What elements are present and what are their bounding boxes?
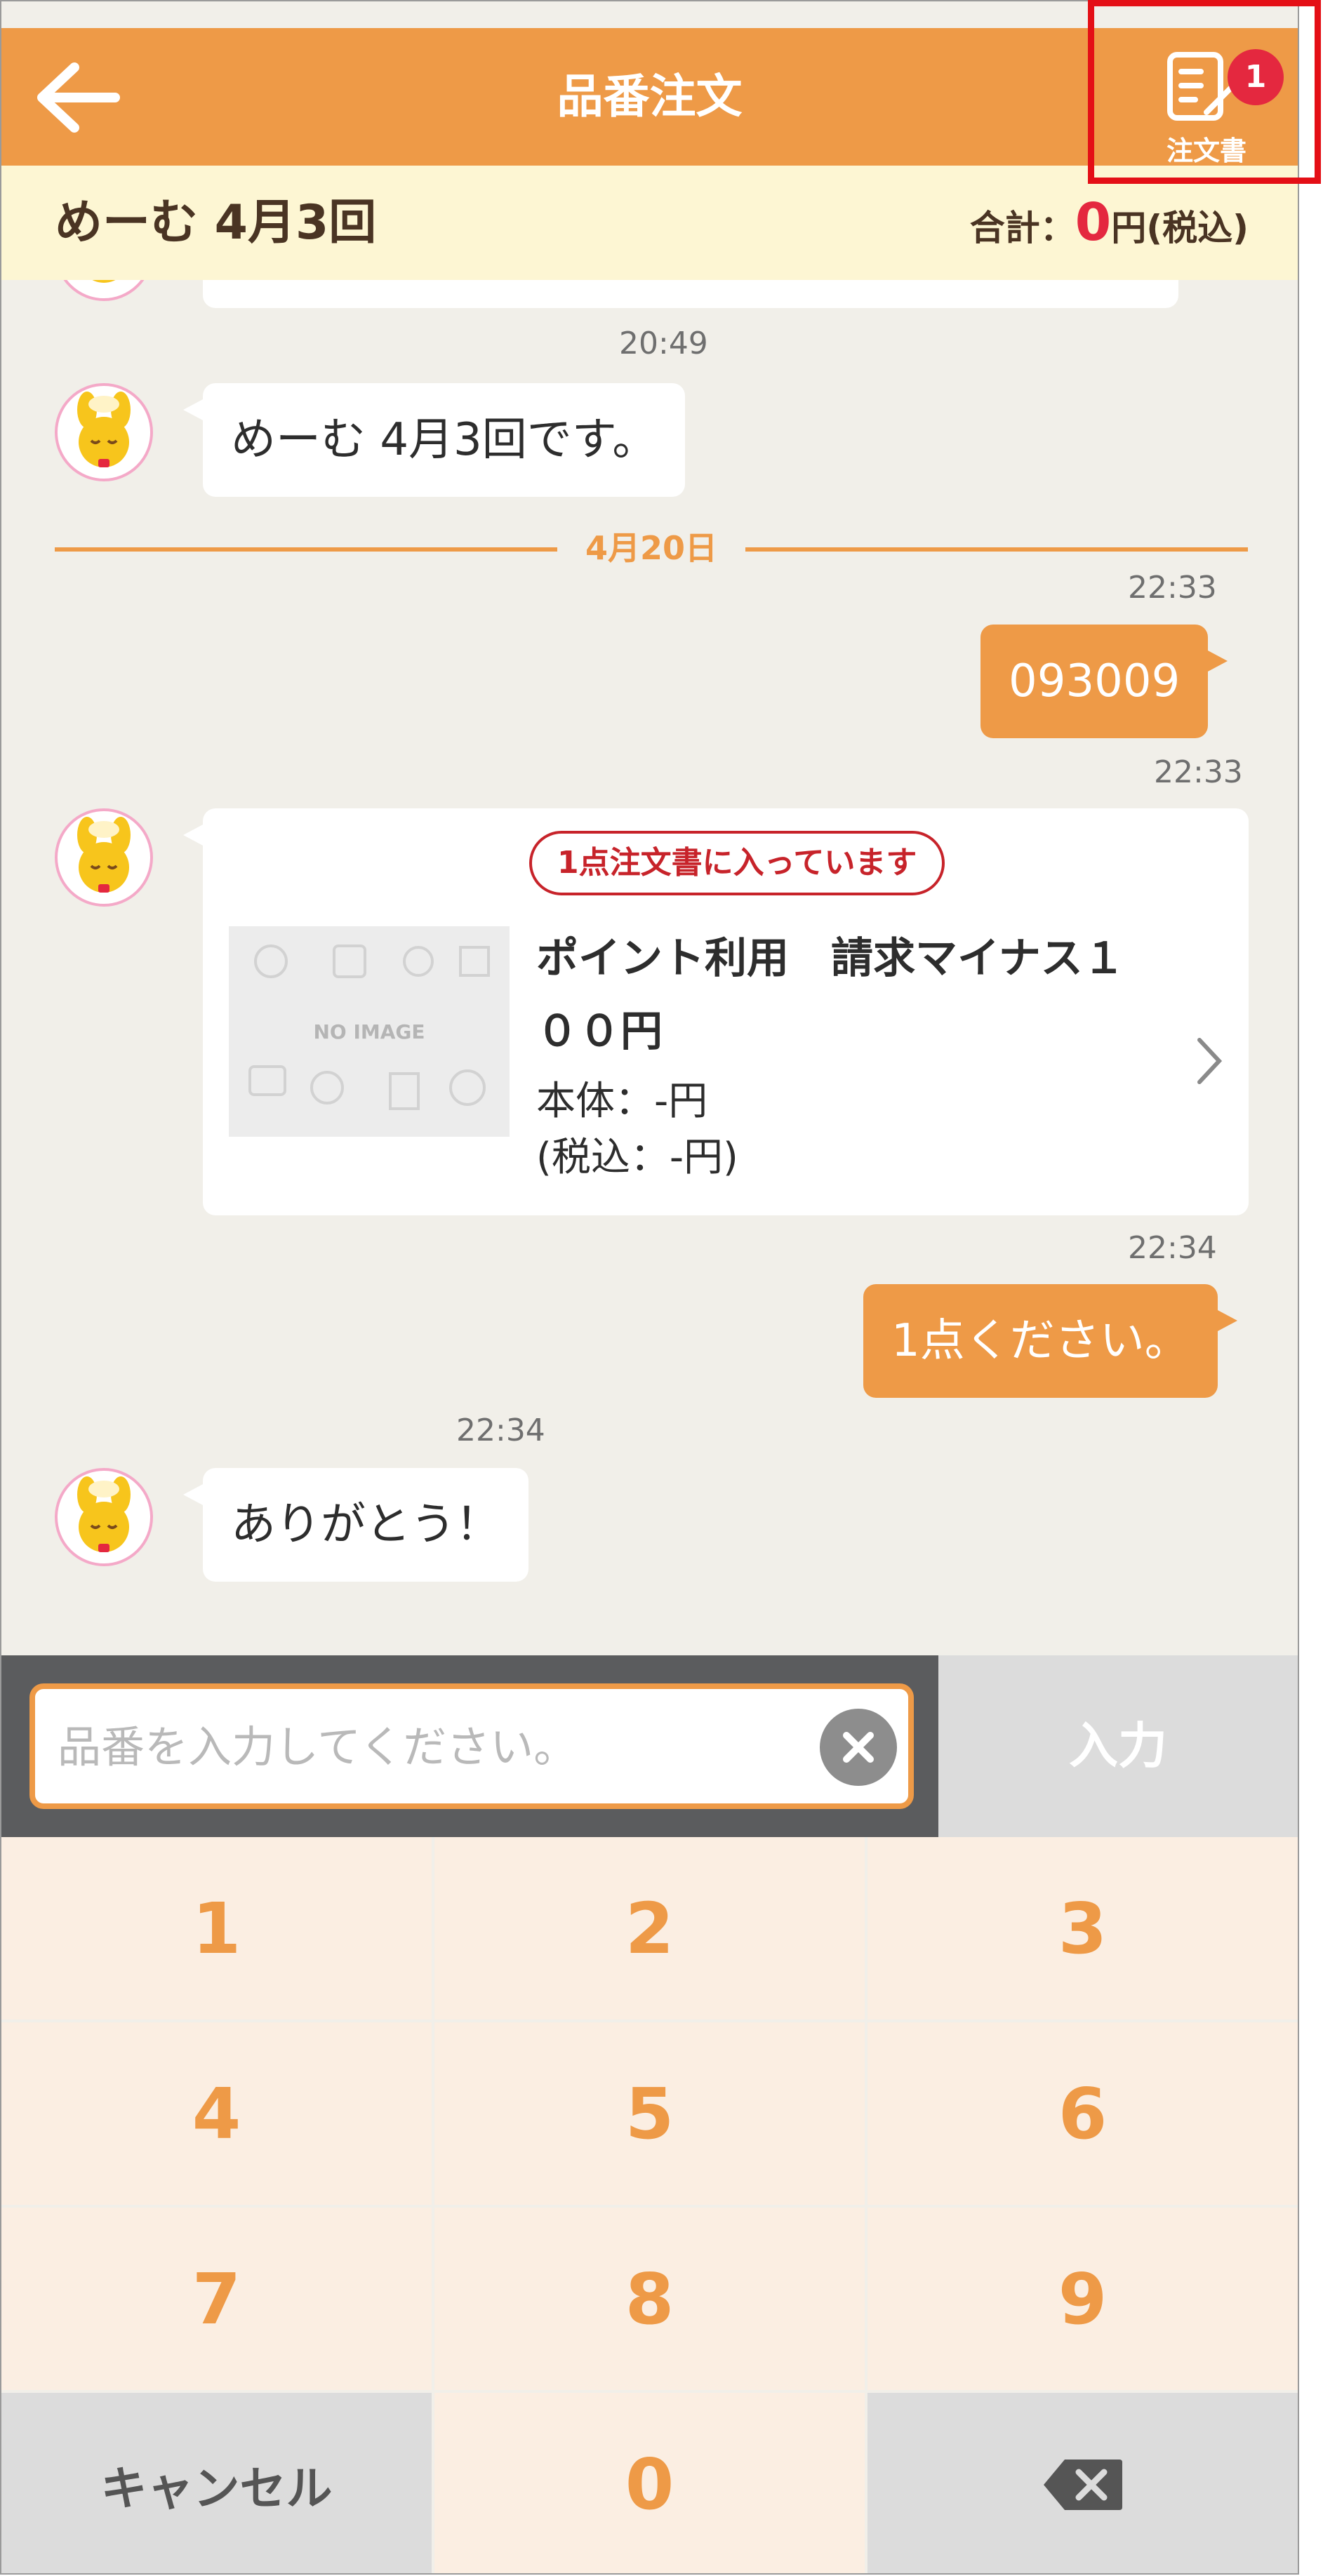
total-amount: 0: [1075, 192, 1112, 253]
session-bar: めーむ 4月3回 合計：0円(税込): [1, 166, 1298, 280]
bot-avatar: [55, 280, 153, 301]
enter-button[interactable]: 入力: [938, 1655, 1298, 1837]
price-body: 本体：-円: [536, 1079, 708, 1124]
key-4[interactable]: 4: [1, 2022, 432, 2205]
message-time: 22:33: [1154, 754, 1243, 790]
mascot-icon: [77, 392, 131, 467]
message-time: 22:34: [1128, 1230, 1217, 1266]
date-separator: 4月20日: [55, 530, 1248, 566]
chat-bubble-incoming: ありがとう！: [183, 1468, 528, 1582]
session-title: めーむ 4月3回: [55, 195, 377, 251]
order-total: 合計：0円(税込): [970, 166, 1249, 293]
page-title: 品番注文: [557, 69, 743, 124]
date-label: 4月20日: [557, 530, 746, 566]
product-image-placeholder: NO IMAGE: [229, 926, 510, 1137]
input-bar: 入力: [1, 1655, 1298, 1837]
total-label: 合計：: [969, 208, 1075, 248]
no-image-icon: NO IMAGE: [229, 926, 510, 1137]
message-time: 22:33: [1128, 570, 1217, 606]
app-screen: 品番注文 1 注文書 めーむ 4月3回 合計：0円(税込) 20:49 めーむ …: [0, 0, 1299, 2575]
key-7[interactable]: 7: [1, 2208, 432, 2390]
numeric-keypad: 1 2 3 4 5 6 7 8 9 キャンセル 0: [1, 1837, 1298, 2573]
backspace-icon: [1043, 2459, 1122, 2510]
arrow-left-icon: [37, 62, 120, 133]
mascot-icon: [92, 280, 116, 283]
bot-avatar: [55, 808, 153, 907]
order-document-label: 注文書: [1166, 135, 1246, 166]
order-count-badge: 1: [1228, 49, 1284, 105]
message-text: ありがとう！: [231, 1499, 500, 1551]
product-card[interactable]: 1点注文書に入っています NO IMAGE ポイント利用 請求マイナス１ ００円: [183, 808, 1249, 1215]
mascot-icon: [77, 1476, 131, 1552]
close-icon: [843, 1732, 874, 1763]
message-text: めーむ 4月3回です。: [231, 414, 658, 466]
key-0[interactable]: 0: [434, 2393, 865, 2573]
key-6[interactable]: 6: [867, 2022, 1298, 2205]
key-5[interactable]: 5: [434, 2022, 865, 2205]
product-name-line1: ポイント利用 請求マイナス１: [536, 934, 1125, 983]
product-name: ポイント利用 請求マイナス１ ００円: [536, 922, 1154, 1068]
in-cart-badge: 1点注文書に入っています: [529, 831, 945, 895]
message-time: 20:49: [619, 326, 708, 361]
back-button[interactable]: [32, 59, 124, 136]
no-image-text: NO IMAGE: [313, 1020, 425, 1043]
cancel-button[interactable]: キャンセル: [1, 2393, 432, 2573]
clear-button[interactable]: [820, 1709, 897, 1786]
product-name-line2: ００円: [536, 1007, 663, 1056]
total-unit: 円(税込): [1111, 208, 1249, 248]
mascot-icon: [77, 817, 131, 893]
key-8[interactable]: 8: [434, 2208, 865, 2390]
chat-bubble-outgoing: 1点ください。: [863, 1284, 1237, 1398]
chat-log[interactable]: 20:49 めーむ 4月3回です。 4月20日 22:33 093009 22:…: [1, 280, 1298, 1655]
key-2[interactable]: 2: [434, 1837, 865, 2020]
chevron-right-icon: [1197, 1038, 1223, 1084]
order-document-icon: [1167, 52, 1233, 121]
message-text: 1点ください。: [891, 1315, 1190, 1367]
app-header: 品番注文 1 注文書: [1, 28, 1298, 166]
message-time: 22:34: [456, 1413, 545, 1448]
bot-avatar: [55, 1468, 153, 1566]
product-number-field[interactable]: [29, 1683, 914, 1809]
chat-bubble-outgoing: 093009: [980, 625, 1228, 738]
price-tax-included: (税込：-円): [536, 1135, 738, 1180]
key-9[interactable]: 9: [867, 2208, 1298, 2390]
chat-bubble-incoming: めーむ 4月3回です。: [182, 383, 686, 497]
message-text: 093009: [1009, 655, 1181, 707]
key-3[interactable]: 3: [867, 1837, 1298, 2020]
product-number-input[interactable]: [56, 1689, 796, 1805]
chat-bubble-partial: [203, 280, 1178, 308]
key-1[interactable]: 1: [1, 1837, 432, 2020]
order-document-button[interactable]: 1 注文書: [1136, 42, 1284, 166]
bot-avatar: [55, 383, 153, 481]
backspace-button[interactable]: [867, 2393, 1298, 2573]
product-price: 本体：-円 (税込：-円): [536, 1074, 738, 1186]
